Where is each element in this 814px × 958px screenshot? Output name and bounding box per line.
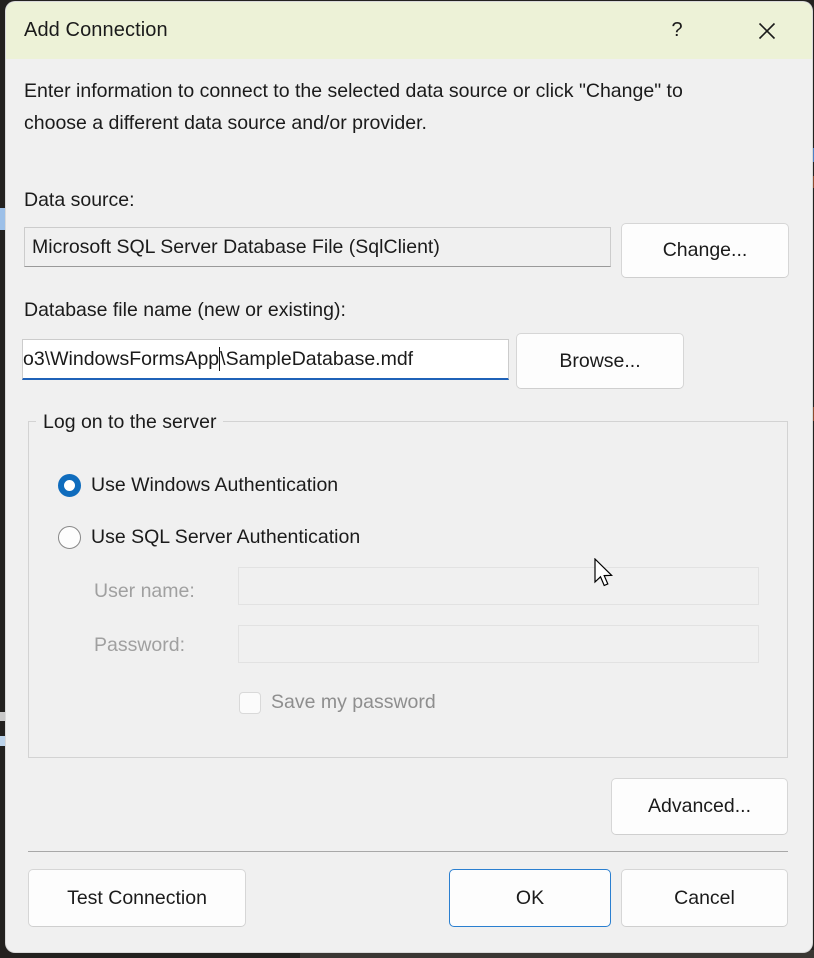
checkbox-indicator-save-password [239,692,261,714]
password-label: Password: [94,634,185,657]
background-window-sliver [0,736,5,746]
logon-groupbox-title: Log on to the server [36,411,223,434]
background-window-sliver [0,712,5,721]
radio-use-windows-authentication[interactable]: Use Windows Authentication [58,474,338,497]
dialog-titlebar: Add Connection ? [6,2,812,59]
username-label: User name: [94,580,195,603]
database-file-input[interactable]: o3\WindowsFormsApp\SampleDatabase.mdf [22,339,509,380]
advanced-button[interactable]: Advanced... [611,778,788,835]
dialog-description: Enter information to connect to the sele… [24,75,734,139]
dialog-title: Add Connection [24,19,168,42]
radio-label-windows-auth: Use Windows Authentication [91,474,338,497]
radio-label-sql-auth: Use SQL Server Authentication [91,526,360,549]
footer-divider [28,851,788,852]
background-window-sliver [0,208,5,230]
data-source-label: Data source: [24,189,135,212]
change-button[interactable]: Change... [621,223,789,278]
database-file-value-pre: o3\WindowsFormsApp [23,348,219,371]
radio-indicator-sql-auth [58,526,81,549]
data-source-value: Microsoft SQL Server Database File (SqlC… [32,236,440,259]
desktop-background: Add Connection ? Enter information to co… [0,0,814,958]
save-password-label: Save my password [271,691,436,714]
close-icon[interactable] [744,2,790,59]
add-connection-dialog: Add Connection ? Enter information to co… [6,2,812,952]
cancel-button[interactable]: Cancel [621,869,788,927]
radio-use-sql-server-authentication[interactable]: Use SQL Server Authentication [58,526,360,549]
database-file-value-post: \SampleDatabase.mdf [220,348,413,371]
data-source-input[interactable]: Microsoft SQL Server Database File (SqlC… [24,227,611,267]
username-input [238,567,759,605]
browse-button[interactable]: Browse... [516,333,684,389]
password-input [238,625,759,663]
database-file-label: Database file name (new or existing): [24,299,346,322]
test-connection-button[interactable]: Test Connection [28,869,246,927]
radio-indicator-windows-auth [58,474,81,497]
help-icon[interactable]: ? [654,2,700,59]
ok-button[interactable]: OK [449,869,611,927]
save-password-checkbox: Save my password [239,691,436,714]
